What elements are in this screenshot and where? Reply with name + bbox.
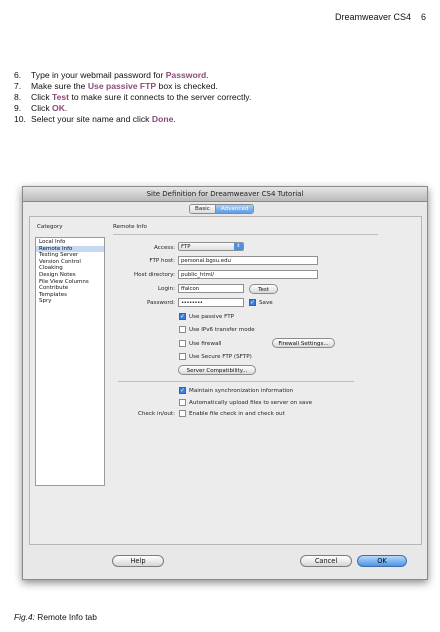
firewall-label: Use firewall bbox=[189, 341, 222, 347]
dialog-title: Site Definition for Dreamweaver CS4 Tuto… bbox=[23, 187, 427, 202]
figure-caption: Fig.4: Remote Info tab bbox=[14, 612, 97, 622]
step-highlight: Done bbox=[151, 114, 174, 124]
maintain-sync-label: Maintain synchronization information bbox=[189, 388, 294, 394]
test-button[interactable]: Test bbox=[249, 284, 278, 294]
cancel-button[interactable]: Cancel bbox=[300, 555, 352, 567]
passive-ftp-label: Use passive FTP bbox=[189, 314, 235, 320]
access-label: Access: bbox=[153, 245, 175, 251]
category-item-file-view-columns[interactable]: File View Columns bbox=[36, 279, 104, 286]
step-item: 8. Click Test to make sure it connects to… bbox=[14, 92, 251, 103]
access-select[interactable]: FTP ⇕ bbox=[178, 242, 244, 251]
instruction-steps: 6. Type in your webmail password for Pass… bbox=[14, 70, 251, 125]
step-text: . bbox=[173, 114, 176, 124]
category-item-version-control[interactable]: Version Control bbox=[36, 259, 104, 266]
step-text: box is checked. bbox=[156, 81, 218, 91]
site-definition-dialog: Site Definition for Dreamweaver CS4 Tuto… bbox=[22, 186, 428, 580]
server-compatibility-button[interactable]: Server Compatibility... bbox=[178, 365, 256, 375]
step-text: Click bbox=[31, 92, 53, 102]
step-text: Type in your webmail password for bbox=[31, 70, 166, 80]
step-text: . bbox=[64, 103, 68, 113]
login-input[interactable]: ffalcon bbox=[178, 284, 244, 293]
checkin-option-label: Enable file check in and check out bbox=[189, 411, 285, 417]
step-item: 7. Make sure the Use passive FTP box is c… bbox=[14, 81, 251, 92]
dialog-panel: Category Remote Info Local Info Remote I… bbox=[29, 216, 422, 545]
page-header: Dreamweaver CS4 6 bbox=[335, 12, 426, 22]
section-title: Remote Info bbox=[113, 224, 147, 230]
step-text: . bbox=[206, 70, 209, 80]
step-number: 10. bbox=[14, 114, 26, 124]
step-text: Make sure the bbox=[31, 81, 88, 91]
options-divider bbox=[118, 381, 354, 382]
caption-text: Remote Info tab bbox=[34, 612, 97, 622]
step-highlight: Test bbox=[52, 92, 70, 102]
save-password-checkbox[interactable]: ✓ bbox=[249, 299, 256, 306]
step-item: 9. Click OK. bbox=[14, 103, 251, 114]
step-highlight: Use passive FTP bbox=[87, 81, 157, 91]
ftp-host-label: FTP host: bbox=[149, 258, 175, 264]
category-item-local-info[interactable]: Local Info bbox=[36, 239, 104, 246]
step-highlight: Password bbox=[165, 70, 207, 80]
ipv6-label: Use IPv6 transfer mode bbox=[189, 327, 255, 333]
ok-button[interactable]: OK bbox=[357, 555, 407, 567]
sftp-checkbox[interactable] bbox=[179, 353, 186, 360]
passive-ftp-checkbox[interactable]: ✓ bbox=[179, 313, 186, 320]
host-directory-input[interactable]: public_html/ bbox=[178, 270, 318, 279]
checkin-checkbox[interactable] bbox=[179, 410, 186, 417]
category-list[interactable]: Local Info Remote Info Testing Server Ve… bbox=[35, 237, 105, 486]
step-text: to make sure it connects to the server c… bbox=[69, 92, 252, 102]
maintain-sync-checkbox[interactable]: ✓ bbox=[179, 387, 186, 394]
host-directory-label: Host directory: bbox=[133, 272, 175, 278]
login-label: Login: bbox=[158, 286, 175, 292]
step-text: Click bbox=[31, 103, 53, 113]
step-number: 8. bbox=[14, 92, 22, 102]
page-number: 6 bbox=[420, 12, 426, 22]
tab-basic[interactable]: Basic bbox=[190, 205, 215, 213]
firewall-settings-button[interactable]: Firewall Settings... bbox=[272, 338, 335, 348]
step-number: 7. bbox=[14, 81, 22, 91]
auto-upload-checkbox[interactable] bbox=[179, 399, 186, 406]
save-label: Save bbox=[259, 300, 273, 306]
mode-tabs: Basic Advanced bbox=[189, 204, 255, 214]
category-item-design-notes[interactable]: Design Notes bbox=[36, 272, 104, 279]
step-number: 6. bbox=[14, 70, 22, 80]
tab-advanced[interactable]: Advanced bbox=[214, 205, 254, 213]
category-item-templates[interactable]: Templates bbox=[36, 292, 104, 299]
category-item-remote-info[interactable]: Remote Info bbox=[36, 245, 104, 253]
sftp-label: Use Secure FTP (SFTP) bbox=[189, 354, 252, 360]
book-title: Dreamweaver CS4 bbox=[334, 12, 411, 22]
category-label: Category bbox=[37, 224, 63, 230]
password-input[interactable]: •••••••• bbox=[178, 298, 244, 307]
figure-label: Fig.4: bbox=[14, 612, 35, 622]
auto-upload-label: Automatically upload files to server on … bbox=[189, 400, 313, 406]
section-divider bbox=[113, 234, 378, 235]
step-item: 6. Type in your webmail password for Pass… bbox=[14, 70, 251, 81]
ftp-host-input[interactable]: personal.bgsu.edu bbox=[178, 256, 318, 265]
checkin-label: Check in/out: bbox=[137, 411, 175, 417]
category-item-testing-server[interactable]: Testing Server bbox=[36, 252, 104, 259]
password-label: Password: bbox=[146, 300, 175, 306]
step-text: Select your site name and click bbox=[31, 114, 152, 124]
step-number: 9. bbox=[14, 103, 22, 113]
access-value: FTP bbox=[181, 244, 191, 250]
firewall-checkbox[interactable] bbox=[179, 340, 186, 347]
help-button[interactable]: Help bbox=[112, 555, 164, 567]
select-arrows-icon: ⇕ bbox=[234, 243, 243, 250]
category-item-cloaking[interactable]: Cloaking bbox=[36, 265, 104, 272]
ipv6-checkbox[interactable] bbox=[179, 326, 186, 333]
category-item-contribute[interactable]: Contribute bbox=[36, 285, 104, 292]
step-item: 10. Select your site name and click Done. bbox=[14, 114, 251, 125]
category-item-spry[interactable]: Spry bbox=[36, 298, 104, 305]
step-highlight: OK bbox=[52, 103, 65, 113]
